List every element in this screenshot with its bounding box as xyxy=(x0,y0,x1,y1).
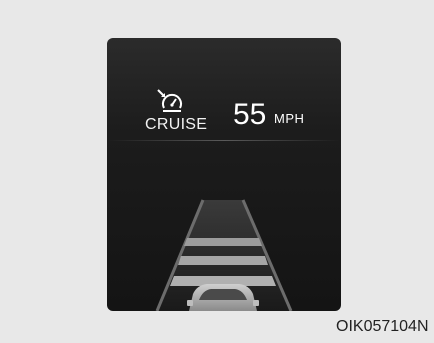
distance-bar-2 xyxy=(178,256,268,265)
cruise-speedometer-icon xyxy=(157,89,182,112)
distance-bar-1 xyxy=(184,238,262,246)
cruise-mode-label: CRUISE xyxy=(145,116,208,133)
road-graphic xyxy=(155,199,293,311)
set-speed-value: 55 xyxy=(233,98,267,131)
divider-line xyxy=(107,140,341,141)
image-code: OIK057104N xyxy=(336,318,429,335)
speed-unit-label: MPH xyxy=(274,111,305,126)
vehicle-icon xyxy=(187,284,259,311)
cluster-display: CRUISE 55 MPH xyxy=(107,38,341,311)
